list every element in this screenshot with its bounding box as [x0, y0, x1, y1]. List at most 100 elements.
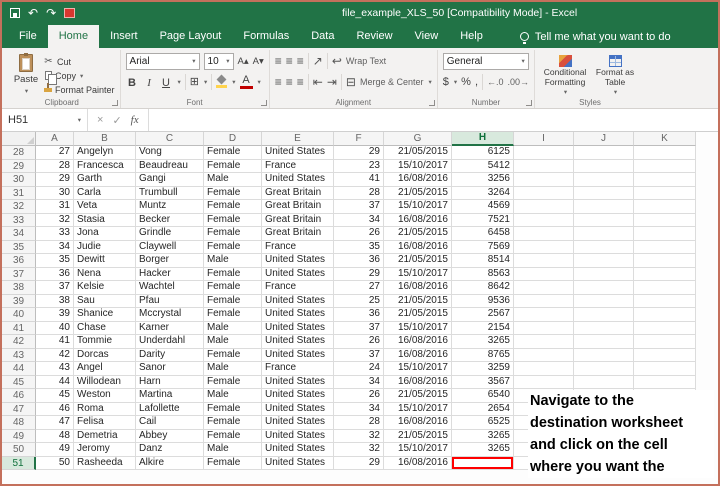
cell-F49[interactable]: 32 [334, 429, 384, 443]
cell-B41[interactable]: Chase [74, 321, 136, 335]
cell-K38[interactable] [634, 281, 696, 295]
cell-H32[interactable]: 4569 [452, 200, 514, 214]
cell-E34[interactable]: Great Britain [262, 227, 334, 241]
cell-C36[interactable]: Borger [136, 254, 204, 268]
cell-E37[interactable]: United States [262, 267, 334, 281]
font-name-select[interactable]: Arial ▾ [125, 52, 200, 70]
row-header-44[interactable]: 44 [2, 362, 36, 376]
cell-E41[interactable]: United States [262, 321, 334, 335]
cell-J35[interactable] [574, 240, 634, 254]
cell-B40[interactable]: Shanice [74, 308, 136, 322]
cell-K37[interactable] [634, 267, 696, 281]
cell-F48[interactable]: 28 [334, 416, 384, 430]
cell-J38[interactable] [574, 281, 634, 295]
cell-J28[interactable] [574, 146, 634, 160]
align-left-button[interactable]: ≡ [275, 76, 282, 88]
column-header-E[interactable]: E [262, 132, 334, 146]
row-header-38[interactable]: 38 [2, 281, 36, 295]
cell-C40[interactable]: Mccrystal [136, 308, 204, 322]
cell-B28[interactable]: Angelyn [74, 146, 136, 160]
row-header-43[interactable]: 43 [2, 348, 36, 362]
cell-A42[interactable]: 41 [36, 335, 74, 349]
cell-J39[interactable] [574, 294, 634, 308]
cell-K44[interactable] [634, 362, 696, 376]
cell-J44[interactable] [574, 362, 634, 376]
cell-C49[interactable]: Abbey [136, 429, 204, 443]
cell-G35[interactable]: 16/08/2016 [384, 240, 452, 254]
cell-C46[interactable]: Martina [136, 389, 204, 403]
undo-icon[interactable]: ↶ [28, 7, 38, 19]
cell-I35[interactable] [514, 240, 574, 254]
cell-B49[interactable]: Demetria [74, 429, 136, 443]
cell-G33[interactable]: 16/08/2016 [384, 213, 452, 227]
cell-G45[interactable]: 16/08/2016 [384, 375, 452, 389]
orientation-button[interactable]: ↗ [313, 55, 323, 67]
cell-F44[interactable]: 24 [334, 362, 384, 376]
cell-A46[interactable]: 45 [36, 389, 74, 403]
cell-G32[interactable]: 15/10/2017 [384, 200, 452, 214]
cell-B47[interactable]: Roma [74, 402, 136, 416]
cell-I29[interactable] [514, 159, 574, 173]
cell-F40[interactable]: 36 [334, 308, 384, 322]
cell-I36[interactable] [514, 254, 574, 268]
cell-K43[interactable] [634, 348, 696, 362]
decrease-decimal-button[interactable]: .00→ [508, 77, 530, 87]
cell-I32[interactable] [514, 200, 574, 214]
cell-E47[interactable]: United States [262, 402, 334, 416]
cell-A47[interactable]: 46 [36, 402, 74, 416]
cell-G36[interactable]: 21/05/2015 [384, 254, 452, 268]
cell-J30[interactable] [574, 173, 634, 187]
cell-B39[interactable]: Sau [74, 294, 136, 308]
cell-A48[interactable]: 47 [36, 416, 74, 430]
cell-A36[interactable]: 35 [36, 254, 74, 268]
cell-J36[interactable] [574, 254, 634, 268]
tab-file[interactable]: File [8, 25, 48, 48]
cell-H45[interactable]: 3567 [452, 375, 514, 389]
cell-A43[interactable]: 42 [36, 348, 74, 362]
cell-I42[interactable] [514, 335, 574, 349]
cell-E44[interactable]: France [262, 362, 334, 376]
cell-G44[interactable]: 15/10/2017 [384, 362, 452, 376]
cell-I28[interactable] [514, 146, 574, 160]
row-header-37[interactable]: 37 [2, 267, 36, 281]
cancel-icon[interactable]: × [97, 114, 103, 126]
qat-red-icon[interactable] [64, 8, 76, 18]
align-right-button[interactable]: ≡ [297, 76, 304, 88]
cell-J29[interactable] [574, 159, 634, 173]
cell-C31[interactable]: Trumbull [136, 186, 204, 200]
cell-G46[interactable]: 21/05/2015 [384, 389, 452, 403]
cell-E42[interactable]: United States [262, 335, 334, 349]
cell-G41[interactable]: 15/10/2017 [384, 321, 452, 335]
cell-D36[interactable]: Male [204, 254, 262, 268]
cell-F42[interactable]: 26 [334, 335, 384, 349]
accounting-caret-icon[interactable]: ▾ [454, 78, 457, 86]
cell-G49[interactable]: 21/05/2015 [384, 429, 452, 443]
cell-I39[interactable] [514, 294, 574, 308]
cell-F29[interactable]: 23 [334, 159, 384, 173]
row-header-50[interactable]: 50 [2, 443, 36, 457]
cell-H47[interactable]: 2654 [452, 402, 514, 416]
cell-A29[interactable]: 28 [36, 159, 74, 173]
cell-G38[interactable]: 16/08/2016 [384, 281, 452, 295]
cell-D46[interactable]: Male [204, 389, 262, 403]
cell-K41[interactable] [634, 321, 696, 335]
cell-I33[interactable] [514, 213, 574, 227]
accounting-format-button[interactable]: $ [443, 76, 449, 88]
cell-C39[interactable]: Pfau [136, 294, 204, 308]
cell-D38[interactable]: Female [204, 281, 262, 295]
row-header-30[interactable]: 30 [2, 173, 36, 187]
cell-G48[interactable]: 16/08/2016 [384, 416, 452, 430]
cell-I45[interactable] [514, 375, 574, 389]
cell-E32[interactable]: Great Britain [262, 200, 334, 214]
cell-B36[interactable]: Dewitt [74, 254, 136, 268]
row-header-32[interactable]: 32 [2, 200, 36, 214]
row-header-35[interactable]: 35 [2, 240, 36, 254]
merge-center-caret-icon[interactable]: ▾ [429, 78, 432, 86]
cell-K28[interactable] [634, 146, 696, 160]
cell-B35[interactable]: Judie [74, 240, 136, 254]
cell-D49[interactable]: Female [204, 429, 262, 443]
cell-B29[interactable]: Francesca [74, 159, 136, 173]
cell-J43[interactable] [574, 348, 634, 362]
cell-A40[interactable]: 39 [36, 308, 74, 322]
decrease-indent-button[interactable]: ⇤ [313, 76, 323, 88]
